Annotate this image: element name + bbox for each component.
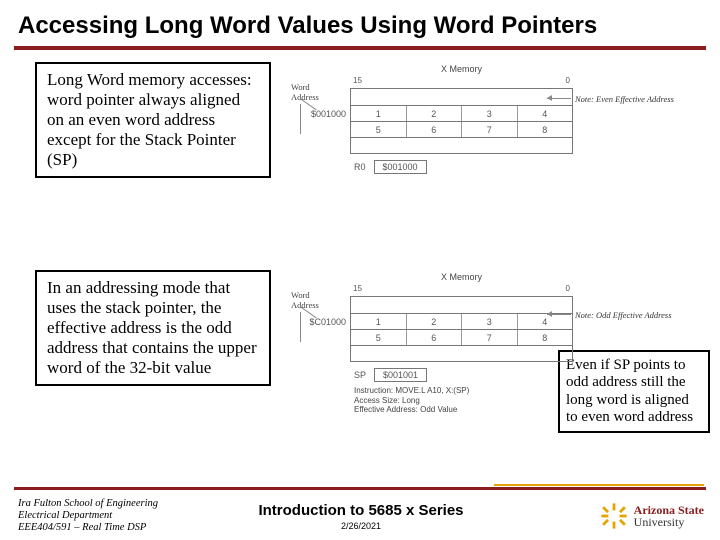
cell: 7 — [462, 122, 518, 137]
cell: 4 — [518, 106, 573, 121]
cell: 2 — [407, 314, 463, 329]
addr-2: $C01000 — [288, 314, 346, 330]
cell: 6 — [407, 122, 463, 137]
footer-dept: Electrical Department — [18, 510, 232, 522]
cell: 3 — [462, 106, 518, 121]
footer-divider — [14, 487, 706, 490]
content-area: Long Word memory accesses: word pointer … — [0, 50, 720, 66]
caption-instruction: Instruction: MOVE.L A10, X:(SP) — [354, 386, 573, 396]
slide-title: Accessing Long Word Values Using Word Po… — [0, 0, 720, 46]
cell: 2 — [407, 106, 463, 121]
footer-course: EEE404/591 – Real Time DSP — [18, 522, 232, 534]
reg-value-1: $001000 — [374, 160, 427, 174]
bit-high-1: 15 — [350, 76, 462, 88]
cell: 4 — [518, 314, 573, 329]
reg-value-2: $001001 — [374, 368, 427, 382]
note-even-address: Note: Even Effective Address — [575, 94, 674, 104]
xmem-label-1: X Memory — [350, 64, 573, 74]
caption-eff-addr: Effective Address: Odd Value — [354, 405, 573, 415]
footer-school: Ira Fulton School of Engineering — [18, 498, 232, 510]
footer-date: 2/26/2021 — [232, 521, 489, 531]
diagram-odd-address: X Memory 15 0 $C01000 1 2 3 4 — [288, 272, 573, 415]
cell: 1 — [351, 314, 407, 329]
xmem-label-2: X Memory — [350, 272, 573, 282]
reg-name-1: R0 — [354, 162, 366, 172]
cell: 5 — [351, 330, 407, 345]
bit-low-1: 0 — [462, 76, 574, 88]
cell: 3 — [462, 314, 518, 329]
textbox-memory-access: Long Word memory accesses: word pointer … — [35, 62, 271, 178]
reg-name-2: SP — [354, 370, 366, 380]
textbox-stack-pointer: In an addressing mode that uses the stac… — [35, 270, 271, 386]
accent-line — [494, 484, 704, 486]
cell: 8 — [518, 330, 573, 345]
cell: 8 — [518, 122, 573, 137]
addr-1: $001000 — [288, 106, 346, 122]
asu-sunburst-icon — [600, 502, 628, 530]
bit-high-2: 15 — [350, 284, 462, 296]
note-odd-address: Note: Odd Effective Address — [575, 310, 672, 320]
caption-access-size: Access Size: Long — [354, 396, 573, 406]
diagram-even-address: X Memory 15 0 $001000 1 2 3 4 — [288, 64, 573, 174]
footer-title: Introduction to 5685 x Series — [232, 502, 489, 519]
textbox-sp-note: Even if SP points to odd address still t… — [558, 350, 710, 433]
footer: Ira Fulton School of Engineering Electri… — [0, 492, 720, 540]
cell: 1 — [351, 106, 407, 121]
bit-low-2: 0 — [462, 284, 574, 296]
asu-name-2: University — [634, 516, 704, 528]
cell: 5 — [351, 122, 407, 137]
cell: 7 — [462, 330, 518, 345]
cell: 6 — [407, 330, 463, 345]
